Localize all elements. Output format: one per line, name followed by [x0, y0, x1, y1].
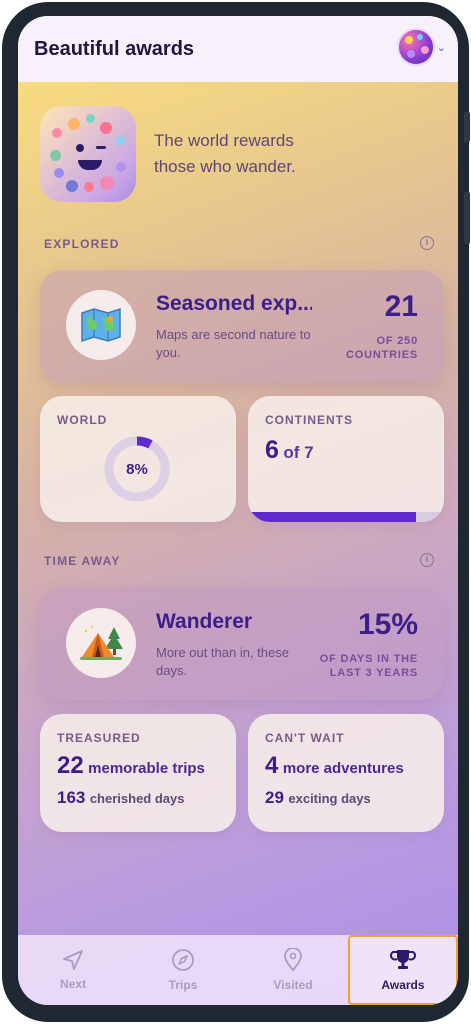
cant-wait-days-text: exciting days — [288, 791, 371, 806]
treasured-label: TREASURED — [57, 731, 141, 745]
continents-of: of 7 — [283, 443, 314, 462]
tagline: The world rewards those who wander. — [154, 131, 296, 176]
continents-progress-track — [248, 512, 444, 522]
nav-item-visited[interactable]: Visited — [238, 935, 348, 1005]
info-icon[interactable]: i — [420, 236, 434, 250]
nav-item-awards[interactable]: Awards — [348, 935, 458, 1005]
treasured-days-count: 163 — [57, 788, 86, 807]
trophy-icon — [390, 950, 416, 969]
world-card[interactable]: WORLD 8% — [40, 396, 236, 522]
cant-wait-days: 29 exciting days — [265, 788, 371, 808]
world-percent: 8% — [126, 460, 148, 478]
cant-wait-adventures-count: 4 — [265, 752, 279, 779]
camping-tent-icon — [66, 608, 136, 678]
top-bar: Beautiful awards ⌄ — [18, 16, 458, 82]
continents-count: 6 — [265, 436, 279, 464]
time-away-title: Wanderer — [156, 610, 253, 633]
side-button — [464, 192, 470, 244]
phone-frame: Beautiful awards ⌄ The world rewards tho… — [2, 2, 470, 1022]
continents-label: CONTINENTS — [265, 413, 353, 427]
cant-wait-card[interactable]: CAN'T WAIT 4 more adventures 29 exciting… — [248, 714, 444, 832]
section-label-time-away: TIME AWAY — [44, 554, 121, 568]
continents-progress-fill — [248, 512, 416, 522]
navigation-arrow-icon — [63, 950, 83, 970]
nav-item-trips[interactable]: Trips — [128, 935, 238, 1005]
side-button — [464, 112, 470, 142]
map-pin-icon — [284, 948, 302, 972]
nav-label-trips: Trips — [168, 978, 198, 992]
time-away-summary-card[interactable]: Wanderer More out than in, these days. 1… — [40, 588, 444, 700]
treasured-trips-count: 22 — [57, 752, 84, 779]
nav-label-next: Next — [59, 977, 86, 991]
account-menu[interactable]: ⌄ — [396, 28, 446, 66]
nav-label-awards: Awards — [381, 978, 425, 992]
nav-label-visited: Visited — [273, 978, 313, 992]
cant-wait-adventures: 4 more adventures — [265, 752, 404, 780]
treasured-card[interactable]: TREASURED 22 memorable trips 163 cherish… — [40, 714, 236, 832]
chevron-down-icon[interactable]: ⌄ — [437, 41, 446, 54]
treasured-trips-text: memorable trips — [88, 760, 205, 777]
explored-title: Seasoned exp... — [156, 292, 312, 315]
time-away-caption: OF DAYS IN THE LAST 3 YEARS — [319, 653, 418, 679]
avatar[interactable] — [396, 28, 435, 66]
app-screen: Beautiful awards ⌄ The world rewards tho… — [18, 16, 458, 1005]
time-away-percent: 15% — [357, 608, 418, 641]
page-title: Beautiful awards — [34, 37, 195, 60]
cant-wait-label: CAN'T WAIT — [265, 731, 345, 745]
world-map-icon — [66, 290, 136, 360]
section-label-explored: EXPLORED — [44, 237, 120, 251]
countries-count: 21 — [384, 290, 418, 323]
world-label: WORLD — [57, 413, 108, 427]
cant-wait-adventures-text: more adventures — [282, 760, 404, 777]
info-icon[interactable]: i — [420, 553, 434, 567]
continents-value: 6 of 7 — [265, 436, 314, 465]
hero-section: The world rewards those who wander. — [40, 106, 324, 202]
cant-wait-days-count: 29 — [265, 788, 284, 807]
compass-icon — [172, 949, 194, 971]
explored-subtitle: Maps are second nature to you. — [156, 327, 311, 360]
treasured-days: 163 cherished days — [57, 788, 184, 808]
treasured-days-text: cherished days — [89, 791, 185, 806]
time-away-subtitle: More out than in, these days. — [156, 645, 289, 678]
explored-summary-card[interactable]: Seasoned exp... Maps are second nature t… — [40, 270, 444, 382]
bottom-nav: Next Trips Visited Awards — [18, 935, 458, 1005]
countries-caption: OF 250 COUNTRIES — [346, 335, 418, 361]
treasured-trips: 22 memorable trips — [57, 752, 205, 780]
continents-card[interactable]: CONTINENTS 6 of 7 — [248, 396, 444, 522]
app-logo-icon — [40, 106, 136, 202]
nav-item-next[interactable]: Next — [18, 935, 128, 1005]
